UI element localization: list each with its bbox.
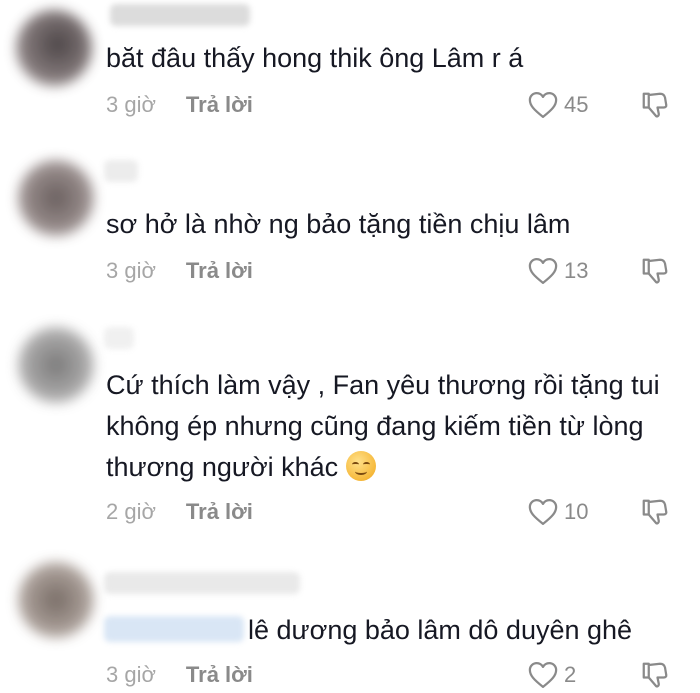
username-blurred[interactable] xyxy=(104,327,134,349)
comment-time: 2 giờ xyxy=(106,499,156,524)
heart-outline-icon xyxy=(528,92,558,118)
username-blurred[interactable] xyxy=(104,572,300,594)
comment-item: sơ hở là nhờ ng bảo tặng tiền chịu lâm 3… xyxy=(0,150,700,300)
comment-time: 3 giờ xyxy=(106,92,156,117)
heart-outline-icon xyxy=(528,258,558,284)
comment-meta: 3 giờ Trả lời xyxy=(106,90,253,120)
reply-button[interactable]: Trả lời xyxy=(186,258,253,284)
comment-item: băt đâu thấy hong thik ông Lâm r á 3 giờ… xyxy=(0,0,700,130)
like-count: 10 xyxy=(564,499,589,524)
comment-text: băt đâu thấy hong thik ông Lâm r á xyxy=(106,43,524,73)
avatar[interactable] xyxy=(18,327,94,403)
comment-text-body: Cứ thích làm vậy , Fan yêu thương rồi tặ… xyxy=(106,370,660,482)
heart-outline-icon xyxy=(528,499,558,525)
thumbs-down-outline-icon xyxy=(642,258,668,284)
dislike-button[interactable] xyxy=(640,256,670,286)
avatar[interactable] xyxy=(16,10,92,86)
comment-meta: 3 giờ Trả lời xyxy=(106,256,253,286)
comment-time: 3 giờ xyxy=(106,258,156,283)
like-count: 45 xyxy=(564,92,589,117)
reply-button[interactable]: Trả lời xyxy=(186,92,253,118)
like-count: 13 xyxy=(564,258,589,283)
comment-meta: 2 giờ Trả lời xyxy=(106,497,253,527)
smiling-face-emoji xyxy=(346,451,377,481)
avatar[interactable] xyxy=(18,160,94,236)
like-count: 2 xyxy=(564,662,577,687)
reply-button[interactable]: Trả lời xyxy=(186,662,253,688)
comment-meta: 3 giờ Trả lời xyxy=(106,660,253,690)
thumbs-down-outline-icon xyxy=(642,499,668,525)
like-button[interactable]: 13 xyxy=(528,256,588,286)
like-button[interactable]: 10 xyxy=(528,497,588,527)
dislike-button[interactable] xyxy=(640,90,670,120)
comment-text: lê dương bảo lâm dô duyên ghê xyxy=(248,615,633,645)
dislike-button[interactable] xyxy=(640,497,670,527)
text-blurred-region xyxy=(104,616,244,642)
avatar[interactable] xyxy=(18,562,94,638)
reply-button[interactable]: Trả lời xyxy=(186,499,253,525)
thumbs-down-outline-icon xyxy=(642,92,668,118)
heart-outline-icon xyxy=(528,662,558,688)
dislike-button[interactable] xyxy=(640,660,670,690)
username-blurred[interactable] xyxy=(110,4,250,26)
like-button[interactable]: 2 xyxy=(528,660,576,690)
comment-time: 3 giờ xyxy=(106,662,156,687)
like-button[interactable]: 45 xyxy=(528,90,588,120)
username-blurred[interactable] xyxy=(104,160,138,182)
comment-item: Cứ thích làm vậy , Fan yêu thương rồi tặ… xyxy=(0,325,700,535)
comment-item: lê dương bảo lâm dô duyên ghê 3 giờ Trả … xyxy=(0,560,700,693)
comment-text: Cứ thích làm vậy , Fan yêu thương rồi tặ… xyxy=(106,365,686,488)
comment-text: sơ hở là nhờ ng bảo tặng tiền chịu lâm xyxy=(106,209,571,239)
thumbs-down-outline-icon xyxy=(642,662,668,688)
